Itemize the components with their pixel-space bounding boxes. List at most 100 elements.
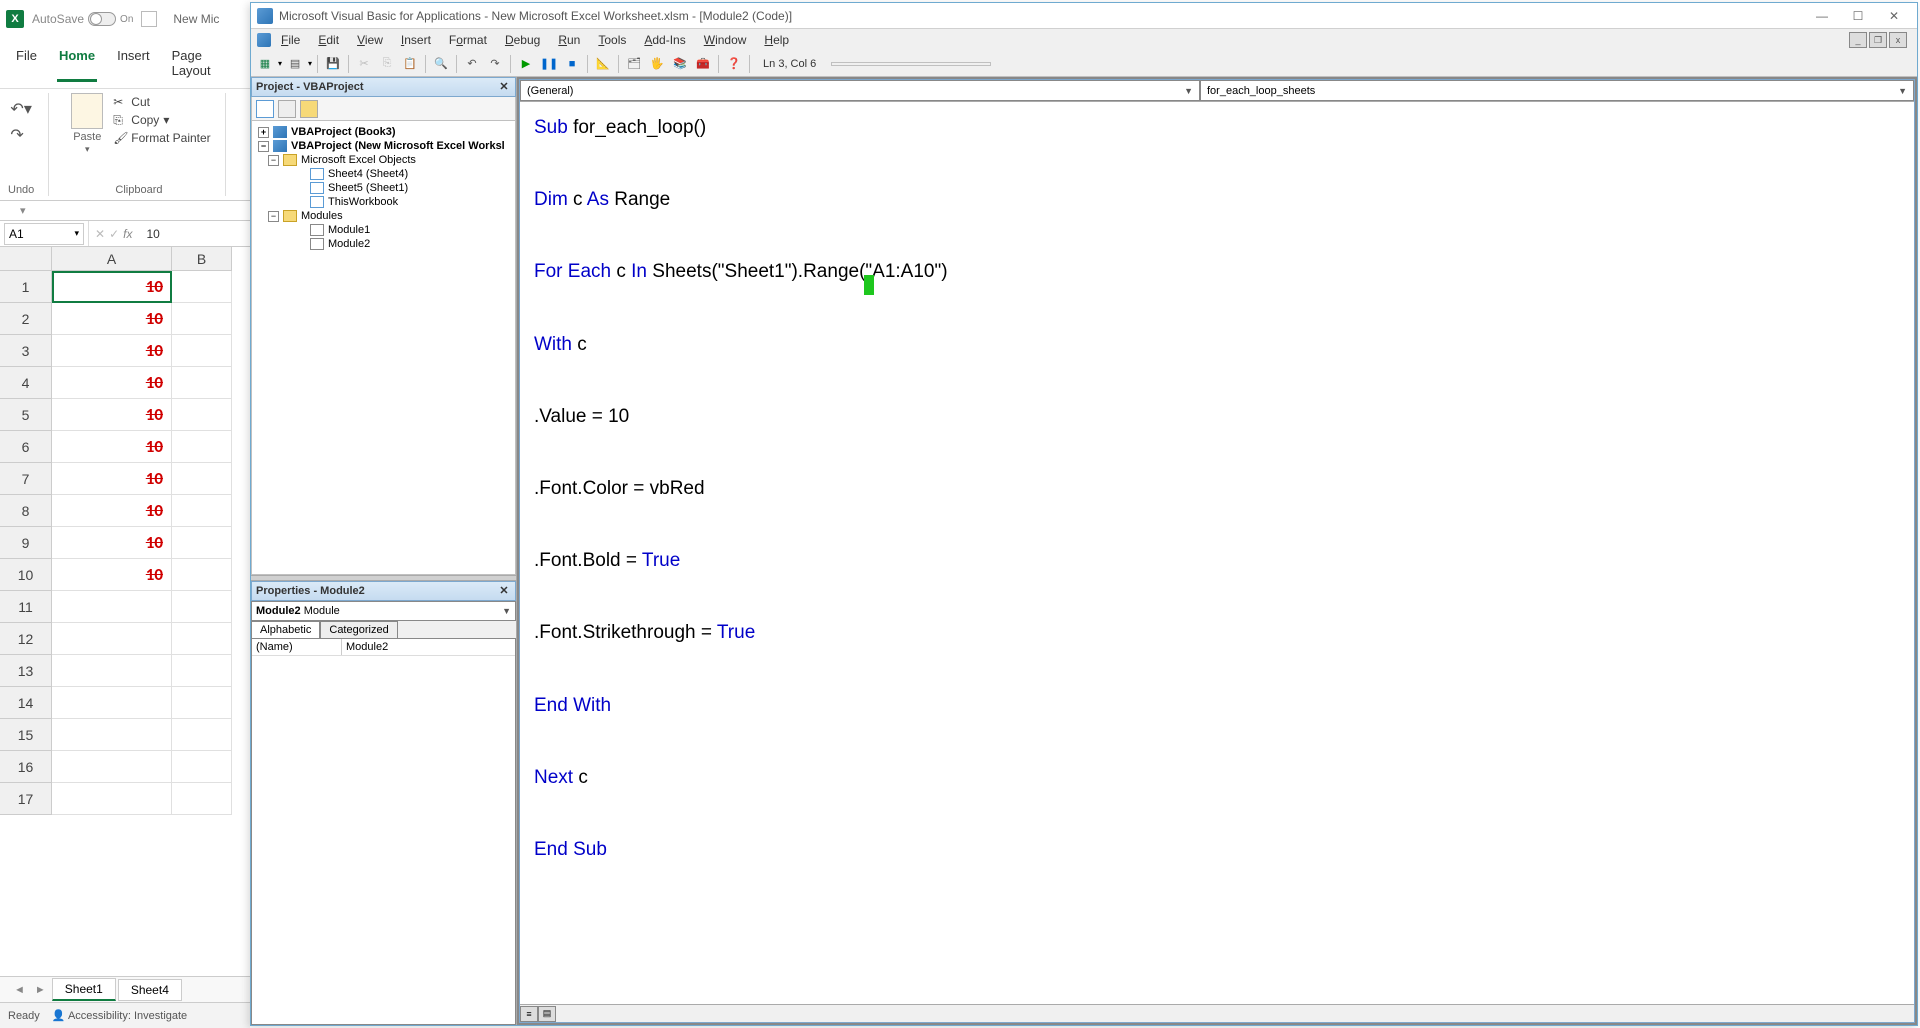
- row-header[interactable]: 12: [0, 623, 52, 655]
- cell[interactable]: 10: [52, 495, 172, 527]
- row-header[interactable]: 7: [0, 463, 52, 495]
- select-all-corner[interactable]: [0, 247, 52, 271]
- menu-debug[interactable]: Debug: [497, 31, 548, 49]
- cell[interactable]: 10: [52, 527, 172, 559]
- menu-insert[interactable]: Insert: [393, 31, 439, 49]
- menu-edit[interactable]: Edit: [310, 31, 347, 49]
- cancel-icon[interactable]: ✕: [95, 227, 105, 241]
- project-tree[interactable]: +VBAProject (Book3) −VBAProject (New Mic…: [251, 121, 516, 575]
- cell[interactable]: [172, 751, 232, 783]
- insert-module-icon[interactable]: ▤: [285, 54, 305, 74]
- cell[interactable]: [172, 527, 232, 559]
- full-module-view-icon[interactable]: ▤: [538, 1006, 556, 1022]
- cell[interactable]: [172, 335, 232, 367]
- collapse-icon[interactable]: −: [268, 155, 279, 166]
- view-code-icon[interactable]: [256, 100, 274, 118]
- cell[interactable]: [52, 655, 172, 687]
- redo-icon[interactable]: ↷: [485, 54, 505, 74]
- name-box[interactable]: A1▾: [4, 223, 84, 245]
- ribbon-tab-page-layout[interactable]: Page Layout: [170, 44, 236, 82]
- help-icon[interactable]: ❓: [724, 54, 744, 74]
- cell[interactable]: 10: [52, 399, 172, 431]
- collapse-icon[interactable]: −: [268, 211, 279, 222]
- row-header[interactable]: 10: [0, 559, 52, 591]
- prop-tab-categorized[interactable]: Categorized: [320, 621, 397, 638]
- prop-tab-alphabetic[interactable]: Alphabetic: [251, 621, 320, 638]
- cell[interactable]: [52, 751, 172, 783]
- procedure-dropdown[interactable]: for_each_loop_sheets ▼: [1200, 80, 1914, 101]
- menu-format[interactable]: Format: [441, 31, 495, 49]
- row-header[interactable]: 4: [0, 367, 52, 399]
- view-excel-icon[interactable]: ▦: [255, 54, 275, 74]
- save-icon[interactable]: [141, 11, 157, 27]
- undo-icon[interactable]: ↶: [462, 54, 482, 74]
- cell[interactable]: [172, 783, 232, 815]
- row-header[interactable]: 11: [0, 591, 52, 623]
- mdi-minimize-button[interactable]: _: [1849, 32, 1867, 48]
- row-header[interactable]: 13: [0, 655, 52, 687]
- menu-run[interactable]: Run: [550, 31, 588, 49]
- reset-icon[interactable]: ■: [562, 54, 582, 74]
- object-browser-icon[interactable]: 📚: [670, 54, 690, 74]
- save-icon[interactable]: 💾: [323, 54, 343, 74]
- cell[interactable]: [172, 623, 232, 655]
- cell[interactable]: [172, 495, 232, 527]
- confirm-icon[interactable]: ✓: [109, 227, 119, 241]
- redo-icon[interactable]: ↷: [10, 125, 31, 145]
- collapse-icon[interactable]: −: [258, 141, 269, 152]
- row-header[interactable]: 14: [0, 687, 52, 719]
- cell[interactable]: [172, 271, 232, 303]
- fx-icon[interactable]: fx: [123, 227, 132, 241]
- prop-val-name[interactable]: Module2: [342, 639, 392, 655]
- menu-view[interactable]: View: [349, 31, 391, 49]
- mdi-restore-button[interactable]: ❐: [1869, 32, 1887, 48]
- break-icon[interactable]: ❚❚: [539, 54, 559, 74]
- cell[interactable]: [172, 431, 232, 463]
- cut-button[interactable]: ✂Cut: [113, 95, 210, 109]
- procedure-view-icon[interactable]: ≡: [520, 1006, 538, 1022]
- copy-icon[interactable]: ⎘: [377, 54, 397, 74]
- cell[interactable]: [52, 591, 172, 623]
- cell[interactable]: [172, 719, 232, 751]
- cell[interactable]: [172, 591, 232, 623]
- properties-panel-close-icon[interactable]: ✕: [497, 584, 511, 598]
- cut-icon[interactable]: ✂: [354, 54, 374, 74]
- row-header[interactable]: 3: [0, 335, 52, 367]
- toggle-folders-icon[interactable]: [300, 100, 318, 118]
- maximize-button[interactable]: ☐: [1841, 6, 1875, 26]
- row-header[interactable]: 2: [0, 303, 52, 335]
- menu-help[interactable]: Help: [756, 31, 797, 49]
- find-icon[interactable]: 🔍: [431, 54, 451, 74]
- sheet-nav-next-icon[interactable]: ►: [31, 984, 50, 996]
- project-explorer-icon[interactable]: 🗂: [624, 54, 644, 74]
- sheet-nav-prev-icon[interactable]: ◄: [10, 984, 29, 996]
- paste-button[interactable]: Paste▾: [67, 93, 107, 155]
- paste-icon[interactable]: 📋: [400, 54, 420, 74]
- cell[interactable]: [52, 783, 172, 815]
- menu-tools[interactable]: Tools: [590, 31, 634, 49]
- undo-icon[interactable]: ↶▾: [10, 99, 31, 119]
- sheet-tab-sheet1[interactable]: Sheet1: [52, 978, 116, 1001]
- object-dropdown[interactable]: (General) ▼: [520, 80, 1200, 101]
- run-icon[interactable]: ▶: [516, 54, 536, 74]
- toolbox-icon[interactable]: 🧰: [693, 54, 713, 74]
- menu-window[interactable]: Window: [696, 31, 755, 49]
- ribbon-tab-home[interactable]: Home: [57, 44, 97, 82]
- cell[interactable]: [52, 687, 172, 719]
- project-panel-close-icon[interactable]: ✕: [497, 80, 511, 94]
- code-editor[interactable]: Sub for_each_loop() Dim c As Range For E…: [520, 102, 1914, 1004]
- cell[interactable]: [172, 559, 232, 591]
- row-header[interactable]: 16: [0, 751, 52, 783]
- menu-addins[interactable]: Add-Ins: [636, 31, 693, 49]
- vba-titlebar[interactable]: Microsoft Visual Basic for Applications …: [251, 3, 1917, 29]
- row-header[interactable]: 9: [0, 527, 52, 559]
- properties-object-dropdown[interactable]: Module2 Module ▼: [251, 601, 516, 621]
- mdi-close-button[interactable]: x: [1889, 32, 1907, 48]
- row-header[interactable]: 1: [0, 271, 52, 303]
- row-header[interactable]: 17: [0, 783, 52, 815]
- row-header[interactable]: 8: [0, 495, 52, 527]
- cell[interactable]: 10: [52, 431, 172, 463]
- ribbon-tab-file[interactable]: File: [14, 44, 39, 82]
- row-header[interactable]: 6: [0, 431, 52, 463]
- cell[interactable]: 10: [52, 271, 172, 303]
